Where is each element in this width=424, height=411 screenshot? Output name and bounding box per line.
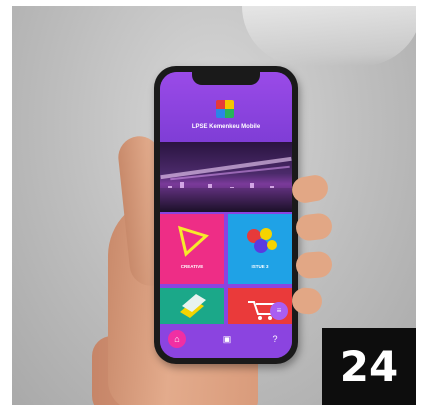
gallery-icon: ▣ (222, 334, 232, 344)
nav-help-button[interactable]: ? (268, 332, 282, 346)
tile-istue-label: ISTUE 3 (251, 264, 269, 269)
phone-notch (192, 72, 260, 85)
finger (294, 212, 334, 242)
tile-creative[interactable]: CREATIVE (160, 214, 224, 284)
nav-home-button[interactable]: ⌂ (168, 330, 186, 348)
number-badge: 24 (322, 328, 416, 405)
badge-number: 24 (339, 342, 399, 391)
hero-banner-image[interactable] (160, 142, 292, 212)
finger (295, 250, 333, 280)
menu-fab-button[interactable]: ≡ (270, 302, 288, 320)
layers-icon (180, 294, 206, 318)
triangle-icon (177, 225, 209, 257)
water-reflection (160, 188, 292, 212)
help-icon: ? (272, 334, 278, 344)
tile-layers[interactable] (160, 288, 224, 324)
bottom-navigation: ⌂ ▣ ? (160, 324, 292, 358)
nav-gallery-button[interactable]: ▣ (220, 332, 234, 346)
hexagons-icon (247, 228, 277, 253)
app-title: LPSE Kemenkeu Mobile (191, 124, 261, 130)
app-logo-icon (216, 100, 234, 118)
menu-icon: ≡ (276, 306, 282, 315)
wall-light (242, 6, 416, 66)
tile-creative-label: CREATIVE (180, 264, 204, 269)
tile-istue[interactable]: ISTUE 3 (228, 214, 292, 284)
phone-device: LPSE Kemenkeu Mobile CREATIVE ISTUE 3 ≡ … (154, 66, 298, 364)
home-icon: ⌂ (174, 334, 180, 344)
phone-screen: LPSE Kemenkeu Mobile CREATIVE ISTUE 3 ≡ … (160, 72, 292, 358)
